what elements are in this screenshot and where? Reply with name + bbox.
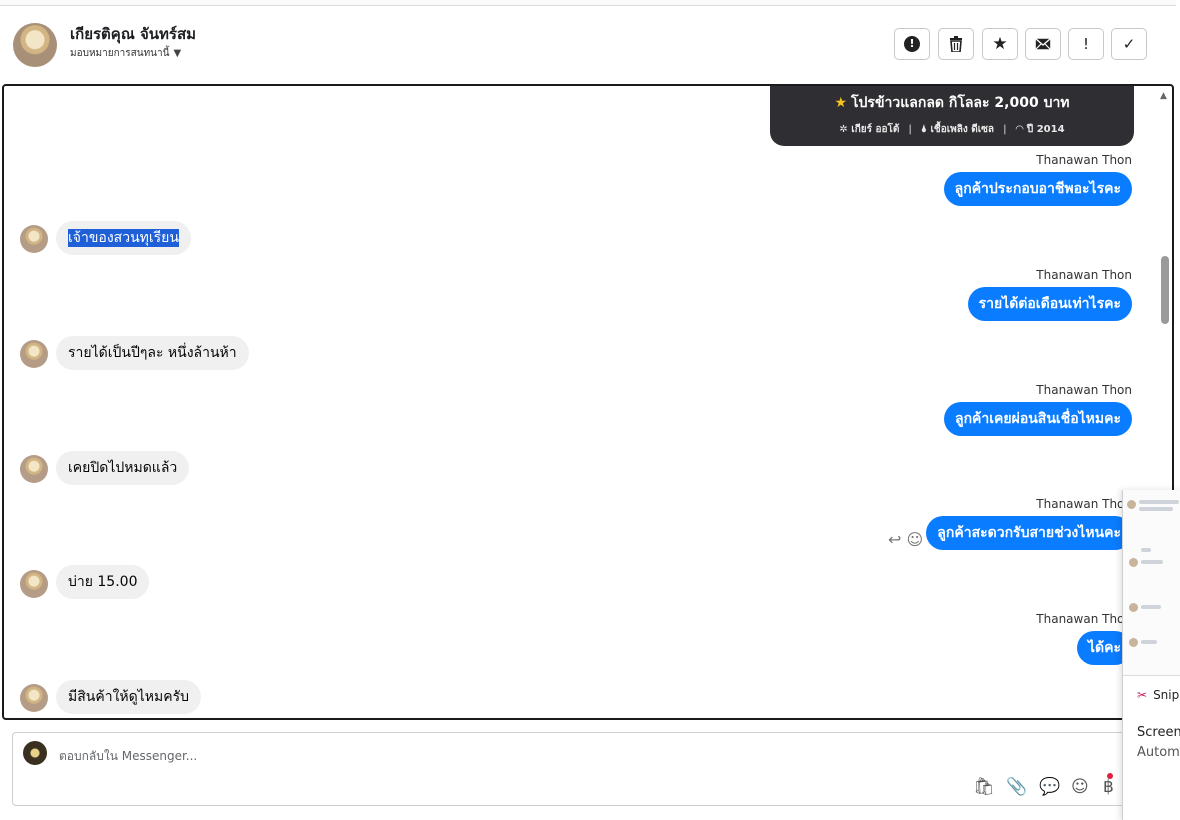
notification-title: Screens bbox=[1137, 725, 1180, 740]
gauge-icon: ◠ bbox=[1015, 124, 1024, 135]
star-icon: ★ bbox=[992, 34, 1008, 54]
fuel-drop-icon: 🌢 bbox=[921, 124, 928, 135]
reply-input[interactable]: ตอบกลับใน Messenger... bbox=[59, 747, 197, 766]
delete-button[interactable] bbox=[938, 28, 974, 60]
conversation-header: เกียรติคุณ จันทร์สม มอบหมายการสนทนานี้ ▼ … bbox=[0, 6, 1176, 82]
sender-name: Thanawan Thon bbox=[1036, 612, 1132, 626]
scissors-icon: ✂ bbox=[1137, 688, 1148, 702]
outgoing-message[interactable]: ลูกค้าประกอบอาชีพอะไรคะ bbox=[943, 172, 1132, 206]
thumb-line bbox=[1141, 548, 1151, 552]
selected-text: เจ้าของสวนทุเรียน bbox=[68, 229, 179, 247]
product-card[interactable]: ★ โปรข้าวแลกลด กิโลละ 2,000 บาท ✲ เกียร์ … bbox=[770, 86, 1134, 146]
contact-avatar-small[interactable] bbox=[20, 225, 48, 253]
notification-body: Automa bbox=[1137, 745, 1180, 760]
trash-icon bbox=[950, 36, 962, 52]
flag-button[interactable]: ! bbox=[1068, 28, 1104, 60]
snipping-tool-notification[interactable]: ✂ Snip Screens Automa bbox=[1122, 490, 1180, 820]
exclamation-icon: ! bbox=[1082, 35, 1089, 53]
outgoing-message[interactable]: รายได้ต่อเดือนเท่าไรคะ bbox=[967, 287, 1132, 321]
thumb-line bbox=[1141, 560, 1163, 564]
app-label: Snip bbox=[1153, 688, 1180, 702]
star-icon: ★ bbox=[834, 95, 848, 111]
incoming-message[interactable]: มีสินค้าให้ดูไหมครับ bbox=[56, 680, 201, 714]
promo-title-text: โปรข้าวแลกลด กิโลละ 2,000 บาท bbox=[851, 95, 1070, 111]
assign-label: มอบหมายการสนทนานี้ bbox=[70, 48, 170, 59]
divider: | bbox=[1003, 124, 1007, 135]
thumb-line bbox=[1139, 507, 1173, 511]
reply-icon[interactable]: ↩ bbox=[888, 530, 901, 549]
thumb-line bbox=[1141, 605, 1161, 609]
spec-fuel: เชื้อเพลิง ดีเซล bbox=[930, 124, 995, 135]
product-card-title: ★ โปรข้าวแลกลด กิโลละ 2,000 บาท bbox=[770, 92, 1134, 114]
message-actions: ↩ ☺ bbox=[888, 530, 923, 549]
sender-name: Thanawan Thon bbox=[1036, 153, 1132, 167]
reply-composer: ตอบกลับใน Messenger... 🛍 📎 💬 ☺ ฿ bbox=[12, 732, 1132, 806]
incoming-message[interactable]: เคยปิดไปหมดแล้ว bbox=[56, 451, 190, 485]
contact-avatar-small[interactable] bbox=[20, 455, 48, 483]
thumb-avatar bbox=[1129, 638, 1138, 647]
sender-name: Thanawan Thon bbox=[1036, 383, 1132, 397]
star-button[interactable]: ★ bbox=[982, 28, 1018, 60]
notification-app-name: ✂ Snip bbox=[1137, 688, 1179, 702]
thumb-avatar bbox=[1129, 558, 1138, 567]
thumb-avatar bbox=[1129, 603, 1138, 612]
assign-conversation-dropdown[interactable]: มอบหมายการสนทนานี้ ▼ bbox=[70, 46, 181, 61]
check-icon: ✓ bbox=[1122, 35, 1136, 53]
page-avatar bbox=[23, 741, 47, 765]
contact-avatar-small[interactable] bbox=[20, 684, 48, 712]
divider: | bbox=[908, 124, 913, 135]
thumb-line bbox=[1139, 500, 1179, 504]
sender-name: Thanawan Thon bbox=[1036, 268, 1132, 282]
contact-avatar-small[interactable] bbox=[20, 570, 48, 598]
notification-dot bbox=[1107, 773, 1113, 779]
incoming-message[interactable]: รายได้เป็นปีๆละ หนึ่งล้านห้า bbox=[56, 336, 249, 370]
attachment-icon[interactable]: 📎 bbox=[1006, 777, 1027, 797]
caret-down-icon: ▼ bbox=[173, 48, 182, 59]
mark-done-button[interactable]: ✓ bbox=[1111, 28, 1147, 60]
alert-circle-icon: ! bbox=[904, 36, 920, 52]
outgoing-message[interactable]: ลูกค้าสะดวกรับสายช่วงไหนคะ bbox=[926, 516, 1132, 550]
thumb-avatar bbox=[1127, 500, 1136, 509]
screenshot-thumbnail bbox=[1123, 490, 1180, 676]
contact-avatar[interactable] bbox=[13, 23, 57, 67]
incoming-message[interactable]: บ่าย 15.00 bbox=[56, 565, 150, 599]
contact-avatar-small[interactable] bbox=[20, 340, 48, 368]
emoji-react-icon[interactable]: ☺ bbox=[907, 530, 924, 549]
incoming-message[interactable]: เจ้าของสวนทุเรียน bbox=[56, 221, 191, 255]
payment-baht-icon[interactable]: ฿ bbox=[1103, 777, 1114, 797]
product-card-specs: ✲ เกียร์ ออโต้ | 🌢 เชื้อเพลิง ดีเซล | ◠ ปี 2… bbox=[770, 122, 1134, 137]
sender-name: Thanawan Thon bbox=[1036, 497, 1132, 511]
emoji-icon[interactable]: ☺ bbox=[1071, 777, 1089, 797]
spec-year: ปี 2014 bbox=[1026, 124, 1065, 135]
shopping-bag-icon[interactable]: 🛍 bbox=[973, 777, 995, 797]
mark-unread-button[interactable] bbox=[1025, 28, 1061, 60]
contact-name[interactable]: เกียรติคุณ จันทร์สม bbox=[70, 22, 196, 46]
thumb-line bbox=[1141, 640, 1157, 644]
outgoing-message[interactable]: ลูกค้าเคยผ่อนสินเชื่อไหมคะ bbox=[943, 402, 1132, 436]
mark-spam-button[interactable]: ! bbox=[894, 28, 930, 60]
mail-icon bbox=[1035, 38, 1051, 50]
scrollbar-thumb[interactable] bbox=[1161, 256, 1169, 324]
spec-gear: เกียร์ ออโต้ bbox=[851, 124, 900, 135]
gear-icon: ✲ bbox=[839, 124, 848, 135]
saved-reply-icon[interactable]: 💬 bbox=[1039, 777, 1060, 797]
message-thread[interactable]: ★ โปรข้าวแลกลด กิโลละ 2,000 บาท ✲ เกียร์ … bbox=[2, 84, 1174, 720]
scroll-up-arrow-icon[interactable]: ▲ bbox=[1160, 91, 1167, 101]
